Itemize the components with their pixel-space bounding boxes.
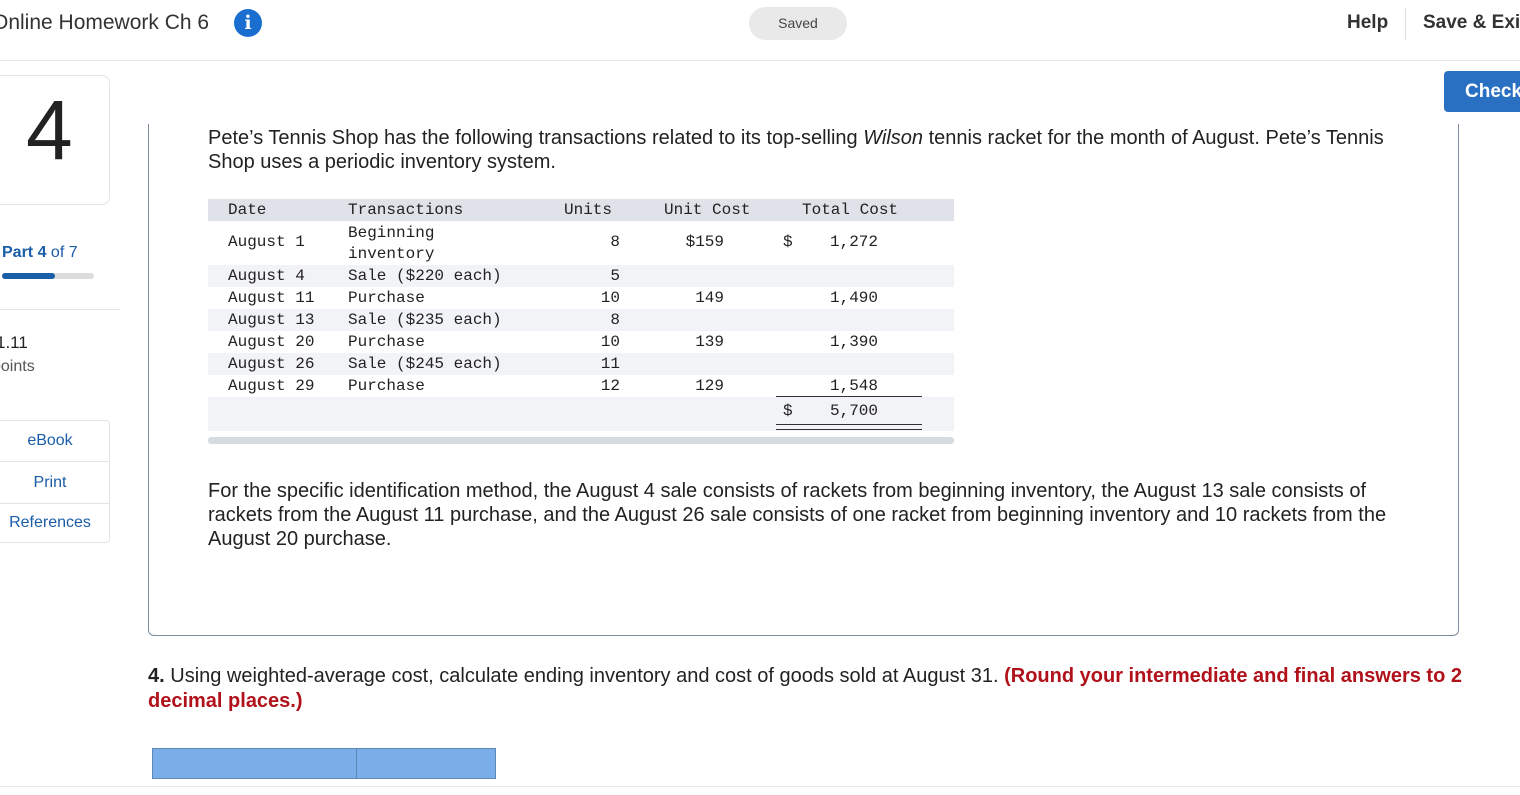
answer-table-header (152, 748, 496, 779)
row-transaction: Sale ($245 each) (348, 355, 502, 373)
row-date: August 11 (228, 289, 315, 307)
print-link[interactable]: Print (0, 462, 109, 504)
header-divider (1405, 8, 1406, 40)
row-units: 5 (610, 267, 620, 285)
saved-status-badge: Saved (749, 7, 847, 40)
row-date: August 20 (228, 333, 315, 351)
table-header: Date Transactions Units Unit Cost Total … (208, 199, 954, 221)
header-date: Date (228, 201, 267, 219)
save-exit-button[interactable]: Save & Exit (1423, 12, 1520, 34)
bottom-divider (0, 786, 1520, 787)
row-date: August 29 (228, 377, 315, 395)
table-bottom-bar (208, 437, 954, 444)
total-cost-value: 5,700 (829, 402, 878, 420)
row-transaction: Beginning inventory (348, 224, 435, 263)
top-bar: Online Homework Ch 6 i Saved Help Save &… (0, 0, 1520, 61)
header-units: Units (564, 201, 613, 219)
row-dollar-sign: $ (783, 233, 793, 251)
row-transaction: Purchase (348, 377, 425, 395)
table-row: August 29 Purchase 12 129 1,548 (208, 375, 954, 397)
row-transaction: Purchase (348, 333, 425, 351)
question-prompt-number: 4. (148, 665, 165, 687)
part-total: of 7 (46, 244, 78, 261)
total-double-underline (776, 424, 922, 430)
part-current: Part 4 (2, 244, 47, 261)
table-total-row: $ 5,700 (208, 397, 954, 431)
header-unit-cost: Unit Cost (664, 201, 751, 219)
table-row: August 1 Beginning inventory 8 $159 $ 1,… (208, 221, 954, 265)
part-progress-bar (2, 273, 94, 279)
row-transaction: Sale ($235 each) (348, 311, 502, 329)
row-units: 12 (600, 377, 620, 395)
row-unit-cost: 139 (695, 333, 724, 351)
resource-links: eBook Print References (0, 420, 110, 543)
row-unit-cost: 129 (695, 377, 724, 395)
points-label: points (0, 358, 35, 375)
row-transaction: Sale ($220 each) (348, 267, 502, 285)
row-transaction: Purchase (348, 289, 425, 307)
row-units: 11 (600, 355, 620, 373)
row-total-cost: 1,490 (829, 289, 878, 307)
table-row: August 4 Sale ($220 each) 5 (208, 265, 954, 287)
info-icon[interactable]: i (234, 9, 262, 37)
row-date: August 1 (228, 233, 305, 251)
row-total-cost: 1,390 (829, 333, 878, 351)
row-units: 8 (610, 311, 620, 329)
help-button[interactable]: Help (1347, 12, 1388, 34)
table-row: August 11 Purchase 10 149 1,490 (208, 287, 954, 309)
header-total-cost: Total Cost (802, 201, 899, 219)
question-number: 4 (26, 83, 73, 177)
part-progress-fill (2, 273, 55, 279)
question-prompt: 4. Using weighted-average cost, calculat… (148, 664, 1478, 714)
row-unit-cost: $159 (685, 233, 724, 251)
problem-intro: Pete’s Tennis Shop has the following tra… (208, 126, 1408, 174)
row-total-cost: 1,548 (829, 377, 878, 395)
table-row: August 26 Sale ($245 each) 11 (208, 353, 954, 375)
question-text: Using weighted-average cost, calculate e… (164, 665, 1005, 687)
transactions-table: Date Transactions Units Unit Cost Total … (208, 199, 954, 444)
row-date: August 13 (228, 311, 315, 329)
row-date: August 26 (228, 355, 315, 373)
row-units: 10 (600, 333, 620, 351)
total-dollar-sign: $ (783, 402, 793, 420)
assignment-title: Online Homework Ch 6 (0, 11, 210, 34)
specific-identification-note: For the specific identification method, … (208, 480, 1387, 550)
row-total-cost: 1,272 (829, 233, 878, 251)
table-row: August 20 Purchase 10 139 1,390 (208, 331, 954, 353)
row-units: 8 (610, 233, 620, 251)
answer-header-cell (152, 748, 357, 779)
check-button[interactable]: Check (1444, 71, 1520, 112)
intro-text-start: Pete’s Tennis Shop has the following tra… (208, 127, 864, 149)
row-unit-cost: 149 (695, 289, 724, 307)
table-row: August 13 Sale ($235 each) 8 (208, 309, 954, 331)
answer-header-cell (356, 748, 496, 779)
points-value: 1.11 (0, 333, 28, 352)
row-date: August 4 (228, 267, 305, 285)
references-link[interactable]: References (0, 504, 109, 542)
ebook-link[interactable]: eBook (0, 421, 109, 462)
row-units: 10 (600, 289, 620, 307)
header-transactions: Transactions (348, 201, 464, 219)
intro-brand: Wilson (863, 127, 924, 149)
rail-divider (0, 309, 120, 310)
part-indicator: Part 4 of 7 (2, 244, 78, 262)
